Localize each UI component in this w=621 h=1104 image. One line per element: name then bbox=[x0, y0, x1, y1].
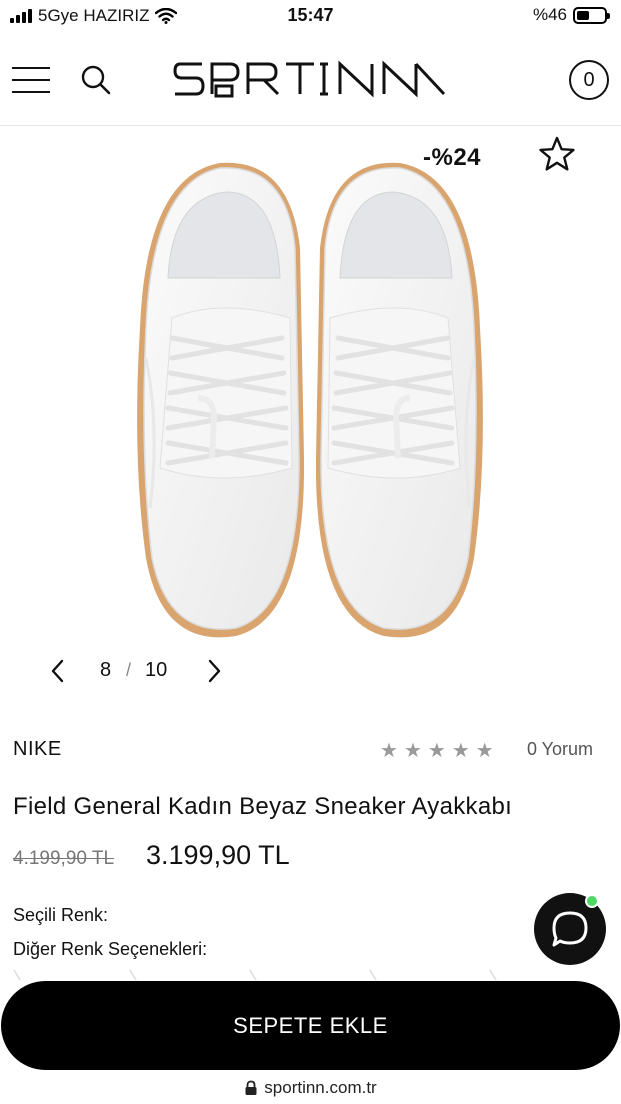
star-icon: ★ bbox=[475, 740, 494, 762]
current-price: 3.199,90 TL bbox=[146, 840, 290, 870]
gallery-separator: / bbox=[126, 660, 132, 680]
old-price: 4.199,90 TL bbox=[13, 848, 115, 869]
lock-icon bbox=[245, 1080, 257, 1095]
battery-fill bbox=[577, 10, 589, 20]
discount-badge: -%24 bbox=[423, 144, 482, 171]
battery-icon bbox=[573, 6, 610, 24]
star-icon: ★ bbox=[403, 740, 422, 762]
cart-button[interactable]: 0 bbox=[569, 60, 609, 100]
chevron-left-icon[interactable] bbox=[48, 658, 68, 684]
sportinn-logo[interactable] bbox=[172, 56, 448, 102]
other-colors-label: Diğer Renk Seçenekleri: bbox=[13, 939, 208, 959]
color-swatches-row[interactable] bbox=[0, 968, 621, 980]
site-header: 0 bbox=[0, 36, 621, 126]
rating-stars[interactable]: ★ ★ ★ ★ ★ bbox=[380, 738, 494, 763]
star-icon: ★ bbox=[380, 740, 398, 762]
search-icon[interactable] bbox=[80, 64, 112, 96]
gallery-current-index: 8 bbox=[100, 659, 112, 681]
add-to-cart-button[interactable]: SEPETE EKLE bbox=[1, 981, 620, 1070]
star-icon: ★ bbox=[427, 740, 446, 762]
sneaker-photo bbox=[137, 162, 483, 638]
chat-bubble-icon bbox=[552, 911, 588, 947]
favorite-star-icon[interactable] bbox=[538, 136, 576, 172]
left-shoe bbox=[137, 162, 305, 638]
browser-url-bar[interactable]: sportinn.com.tr bbox=[0, 1074, 621, 1102]
cart-count: 0 bbox=[583, 68, 595, 91]
right-shoe bbox=[315, 162, 483, 638]
status-bar: 5Gye HAZIRIZ 15:47 %46 bbox=[0, 0, 621, 34]
reviews-link[interactable]: 0 Yorum bbox=[527, 739, 593, 760]
star-icon: ★ bbox=[451, 740, 470, 762]
hamburger-menu-icon[interactable] bbox=[12, 63, 50, 97]
status-right: %46 bbox=[532, 5, 610, 25]
selected-color-label: Seçili Renk: bbox=[13, 905, 109, 925]
gallery-pager: 8 / 10 bbox=[20, 642, 246, 702]
chevron-right-icon[interactable] bbox=[204, 658, 224, 684]
battery-percent: %46 bbox=[532, 5, 567, 24]
clock: 15:47 bbox=[287, 5, 334, 25]
product-image[interactable] bbox=[0, 128, 621, 703]
url-text: sportinn.com.tr bbox=[264, 1078, 377, 1097]
gallery-total: 10 bbox=[145, 659, 168, 681]
chat-online-indicator bbox=[585, 894, 599, 908]
product-brand[interactable]: NIKE bbox=[13, 738, 62, 761]
product-title: Field General Kadın Beyaz Sneaker Ayakka… bbox=[13, 793, 513, 820]
